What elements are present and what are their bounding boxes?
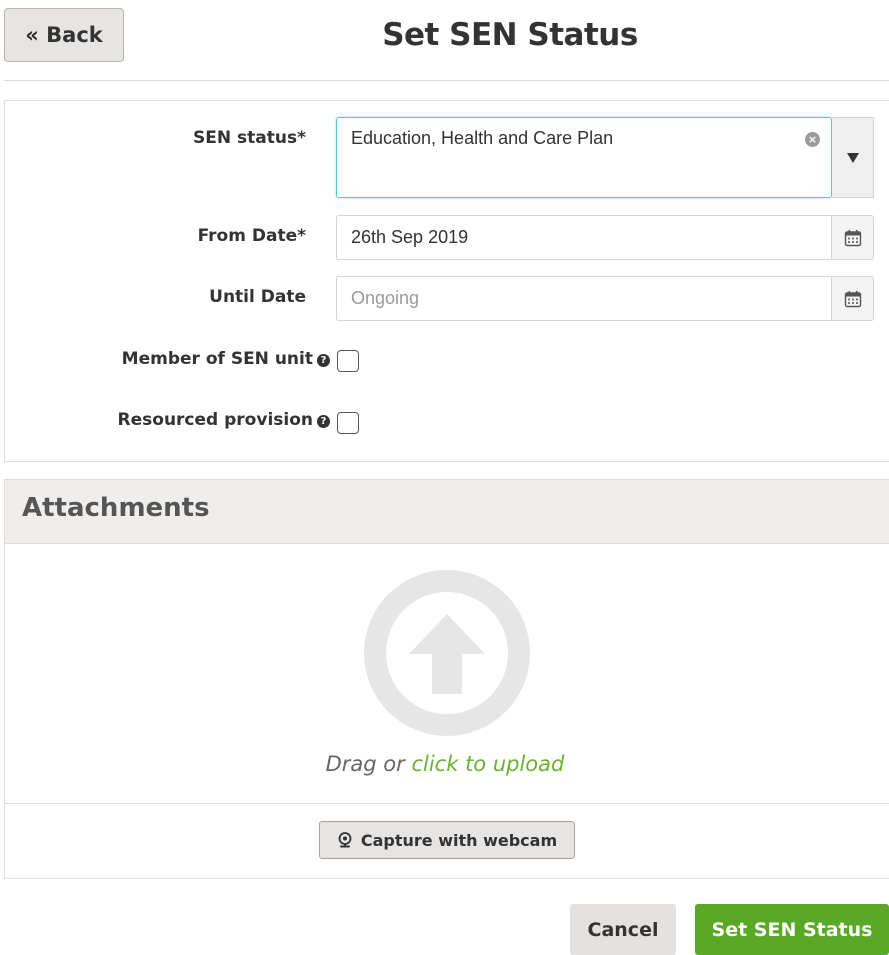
from-date-calendar-button[interactable] — [831, 215, 874, 260]
resourced-provision-checkbox[interactable] — [337, 412, 359, 434]
until-date-input[interactable]: Ongoing — [336, 276, 832, 321]
upload-dropzone-text: Drag or click to upload — [300, 752, 590, 776]
header-divider — [4, 80, 889, 81]
set-sen-status-button[interactable]: Set SEN Status — [695, 904, 889, 955]
member-sen-unit-checkbox[interactable] — [337, 350, 359, 372]
attachments-divider — [4, 803, 889, 804]
cancel-button[interactable]: Cancel — [570, 904, 676, 955]
resourced-provision-text: Resourced provision — [117, 410, 313, 430]
until-date-label: Until Date — [209, 287, 306, 307]
click-to-upload-link[interactable]: click to upload — [411, 752, 564, 776]
attachments-title: Attachments — [22, 493, 210, 523]
calendar-icon — [844, 229, 861, 246]
capture-webcam-label: Capture with webcam — [360, 830, 558, 850]
capture-webcam-button[interactable]: Capture with webcam — [319, 821, 575, 859]
drag-text: Drag or — [325, 752, 412, 776]
webcam-icon — [338, 832, 352, 848]
upload-arrow-icon[interactable] — [364, 570, 530, 736]
member-sen-unit-label: Member of SEN unit? — [40, 349, 330, 369]
until-date-calendar-button[interactable] — [831, 276, 874, 321]
sen-status-label: SEN status* — [193, 128, 306, 148]
sen-status-dropdown-button[interactable] — [832, 117, 874, 198]
from-date-input[interactable]: 26th Sep 2019 — [336, 215, 832, 260]
clear-icon[interactable]: × — [805, 132, 820, 147]
resourced-provision-label: Resourced provision? — [40, 410, 330, 430]
caret-down-icon — [846, 152, 859, 163]
back-button[interactable]: « Back — [4, 8, 124, 62]
member-sen-unit-text: Member of SEN unit — [121, 349, 313, 369]
page-title: Set SEN Status — [382, 17, 638, 53]
help-icon[interactable]: ? — [317, 354, 330, 367]
sen-status-value: Education, Health and Care Plan — [351, 128, 614, 148]
from-date-label: From Date* — [197, 226, 306, 246]
calendar-icon — [844, 290, 861, 307]
help-icon[interactable]: ? — [317, 415, 330, 428]
